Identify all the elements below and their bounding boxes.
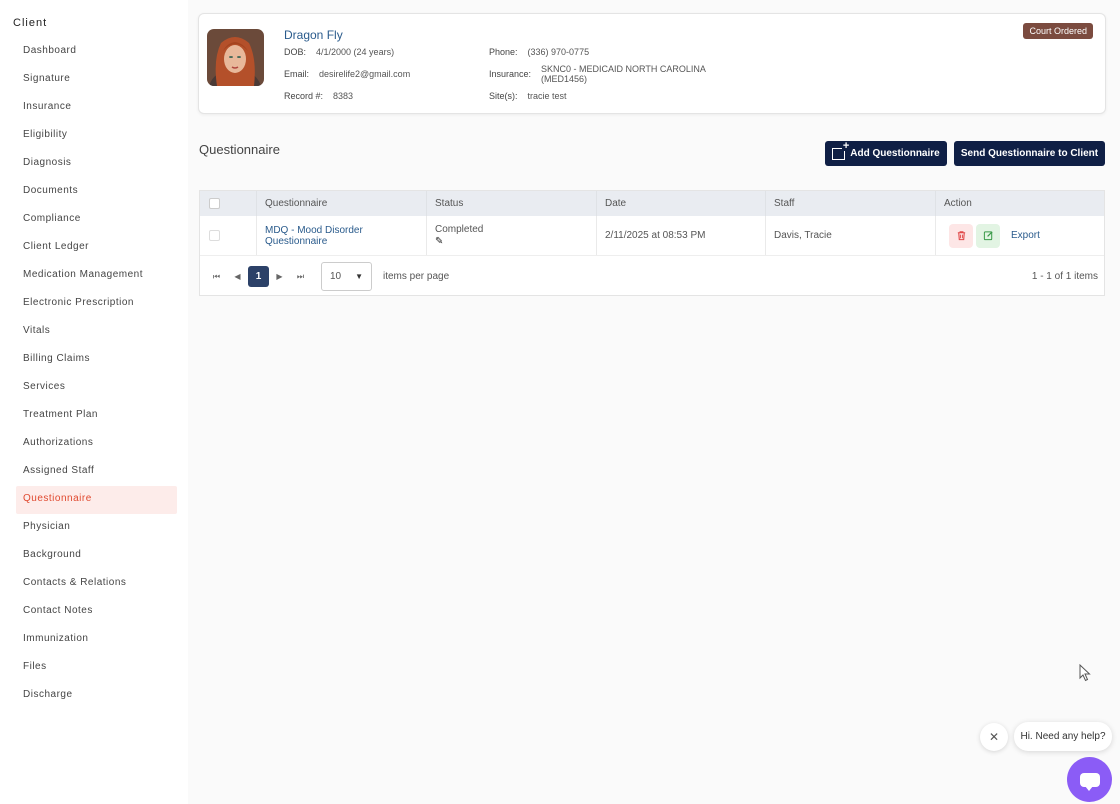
phone-label: Phone:	[489, 47, 518, 57]
sidebar-item-compliance[interactable]: Compliance	[16, 206, 177, 234]
caret-down-icon: ▼	[355, 272, 363, 281]
sidebar-item-files[interactable]: Files	[16, 654, 177, 682]
sidebar-item-services[interactable]: Services	[16, 374, 177, 402]
sidebar-item-signature[interactable]: Signature	[16, 66, 177, 94]
sidebar-item-client-ledger[interactable]: Client Ledger	[16, 234, 177, 262]
chat-greeting-bubble[interactable]: Hi. Need any help?	[1014, 722, 1112, 751]
avatar	[207, 29, 264, 86]
court-ordered-badge: Court Ordered	[1023, 23, 1093, 39]
close-icon: ✕	[988, 730, 1000, 744]
sidebar-item-diagnosis[interactable]: Diagnosis	[16, 150, 177, 178]
sidebar-item-contact-notes[interactable]: Contact Notes	[16, 598, 177, 626]
sidebar-item-discharge[interactable]: Discharge	[16, 682, 177, 710]
table-header: Questionnaire Status Date Staff Action	[200, 191, 1104, 216]
action-cell: Export	[936, 216, 1104, 255]
email-label: Email:	[284, 69, 310, 79]
chat-close-button[interactable]: ✕	[980, 723, 1008, 751]
export-link[interactable]: Export	[1011, 230, 1040, 241]
questionnaire-cell: MDQ - Mood Disorder Questionnaire	[257, 216, 427, 255]
row-select-cell	[200, 216, 257, 255]
sidebar-item-billing-claims[interactable]: Billing Claims	[16, 346, 177, 374]
first-page-icon[interactable]: ⏮	[206, 272, 227, 282]
sidebar-item-vitals[interactable]: Vitals	[16, 318, 177, 346]
header-questionnaire[interactable]: Questionnaire	[257, 191, 427, 216]
insurance-label: Insurance:	[489, 69, 532, 79]
sites-row: Site(s): tracie test	[489, 91, 567, 101]
sidebar-item-contacts-relations[interactable]: Contacts & Relations	[16, 570, 177, 598]
chat-launcher-button[interactable]	[1067, 757, 1112, 802]
questionnaire-link[interactable]: MDQ - Mood Disorder Questionnaire	[265, 225, 426, 247]
insurance-line-1: SKNC0 - MEDICAID NORTH CAROLINA	[541, 64, 706, 74]
add-questionnaire-button[interactable]: Add Questionnaire	[825, 140, 947, 166]
header-date[interactable]: Date	[597, 191, 766, 216]
sidebar-item-electronic-prescription[interactable]: Electronic Prescription	[16, 290, 177, 318]
sites-value: tracie test	[527, 91, 567, 101]
header-action: Action	[944, 198, 972, 209]
row-checkbox[interactable]	[209, 230, 220, 241]
email-value: desirelife2@gmail.com	[319, 69, 411, 79]
record-row: Record #: 8383	[284, 91, 353, 101]
date-cell: 2/11/2025 at 08:53 PM	[597, 216, 766, 255]
sidebar-title: Client	[13, 17, 48, 29]
edit-button[interactable]	[976, 223, 1000, 248]
phone-row: Phone: (336) 970-0775	[489, 47, 589, 57]
sidebar-item-authorizations[interactable]: Authorizations	[16, 430, 177, 458]
add-icon	[832, 140, 851, 160]
email-row: Email: desirelife2@gmail.com	[284, 69, 410, 79]
select-all-checkbox[interactable]	[209, 198, 220, 209]
page-size-value: 10	[330, 271, 342, 282]
page-size-select[interactable]: 10 ▼	[321, 262, 372, 291]
sidebar-nav: Dashboard Signature Insurance Eligibility Di…	[16, 38, 177, 710]
record-label: Record #:	[284, 91, 324, 101]
prev-page-icon[interactable]: ◀	[227, 272, 248, 281]
header-status[interactable]: Status	[427, 191, 597, 216]
sidebar-item-assigned-staff[interactable]: Assigned Staff	[16, 458, 177, 486]
table-row: MDQ - Mood Disorder Questionnaire Comple…	[200, 216, 1104, 256]
client-header-card: Dragon Fly DOB: 4/1/2000 (24 years) Emai…	[198, 13, 1106, 114]
header-select-cell	[200, 191, 257, 216]
staff-cell: Davis, Tracie	[766, 216, 936, 255]
dob-value: 4/1/2000 (24 years)	[316, 47, 395, 57]
mouse-cursor-icon	[1079, 664, 1091, 682]
chat-icon	[1079, 772, 1100, 791]
items-per-page-label: items per page	[383, 271, 450, 282]
send-questionnaire-label: Send Questionnaire to Client	[960, 148, 1099, 159]
sidebar: Client Dashboard Signature Insurance Eligib…	[0, 0, 188, 804]
sidebar-item-treatment-plan[interactable]: Treatment Plan	[16, 402, 177, 430]
delete-button[interactable]	[949, 223, 973, 248]
sidebar-item-questionnaire[interactable]: Questionnaire	[16, 486, 177, 514]
page-number-current[interactable]: 1	[248, 266, 269, 287]
header-staff[interactable]: Staff	[766, 191, 936, 216]
sidebar-item-insurance[interactable]: Insurance	[16, 94, 177, 122]
pencil-icon[interactable]: ✎	[435, 236, 443, 247]
last-page-icon[interactable]: ⏭	[290, 272, 311, 282]
dob-row: DOB: 4/1/2000 (24 years)	[284, 47, 394, 57]
sidebar-item-eligibility[interactable]: Eligibility	[16, 122, 177, 150]
pagination-count: 1 - 1 of 1 items	[1031, 271, 1098, 282]
insurance-value: SKNC0 - MEDICAID NORTH CAROLINA (MED1456…	[541, 64, 706, 84]
edit-icon	[983, 231, 993, 241]
status-cell: Completed ✎	[427, 216, 597, 255]
status-text: Completed	[435, 224, 484, 235]
sidebar-item-immunization[interactable]: Immunization	[16, 626, 177, 654]
sidebar-item-documents[interactable]: Documents	[16, 178, 177, 206]
dob-label: DOB:	[284, 47, 307, 57]
sidebar-item-dashboard[interactable]: Dashboard	[16, 38, 177, 66]
send-questionnaire-button[interactable]: Send Questionnaire to Client	[954, 141, 1105, 166]
insurance-line-2: (MED1456)	[541, 74, 588, 84]
sites-label: Site(s):	[489, 91, 518, 101]
questionnaire-table: Questionnaire Status Date Staff Action M…	[199, 190, 1105, 296]
client-name[interactable]: Dragon Fly	[284, 28, 343, 42]
pagination: ⏮ ◀ 1 ▶ ⏭ 10 ▼ items per page 1 - 1 of 1…	[200, 257, 1104, 296]
sidebar-item-physician[interactable]: Physician	[16, 514, 177, 542]
next-page-icon[interactable]: ▶	[269, 272, 290, 281]
insurance-row: Insurance: SKNC0 - MEDICAID NORTH CAROLI…	[489, 64, 706, 84]
trash-icon	[957, 231, 965, 241]
add-questionnaire-label: Add Questionnaire	[850, 148, 940, 159]
sidebar-item-medication-management[interactable]: Medication Management	[16, 262, 177, 290]
sidebar-item-background[interactable]: Background	[16, 542, 177, 570]
page-title: Questionnaire	[199, 142, 280, 157]
record-value: 8383	[333, 91, 354, 101]
phone-value: (336) 970-0775	[527, 47, 590, 57]
